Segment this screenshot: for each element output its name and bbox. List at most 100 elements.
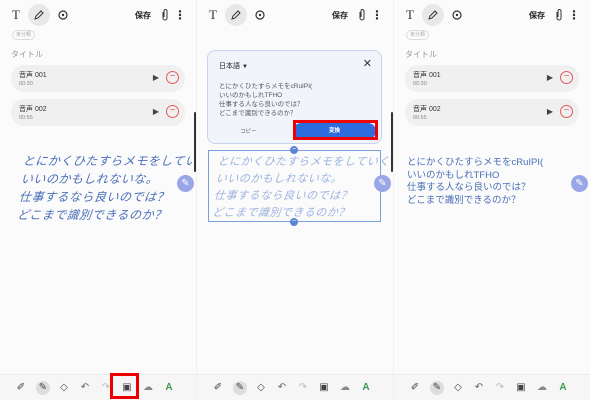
ai-icon[interactable]: A xyxy=(556,381,570,395)
pen-icon[interactable] xyxy=(422,4,444,26)
selection-box[interactable]: とにかくひたすらメモをしていくのは いいのかもしれないな。 仕事するなら良いので… xyxy=(208,150,394,222)
scroll-handle[interactable] xyxy=(194,112,196,172)
audio-item[interactable]: 音声 002 00:55 ▶ − xyxy=(405,99,579,126)
delete-icon[interactable]: − xyxy=(166,71,179,84)
brush-icon[interactable] xyxy=(251,4,269,26)
preview-line: いいのかもしれTFHO xyxy=(219,92,283,99)
language-select[interactable]: 日本語 ▼ xyxy=(219,61,248,71)
converted-line: いいのかもしれTFHO xyxy=(407,169,500,181)
copy-button[interactable]: コピー xyxy=(240,127,257,135)
more-menu-icon[interactable]: ⋮ xyxy=(174,4,186,26)
more-menu-icon[interactable]: ⋮ xyxy=(568,4,580,26)
audio-time: 00:30 xyxy=(413,81,427,87)
audio-item[interactable]: 音声 002 00:55 ▶ − xyxy=(11,99,185,126)
audio-time: 00:30 xyxy=(19,81,33,87)
play-icon[interactable]: ▶ xyxy=(547,107,553,116)
handwriting-area: とにかくひたすらメモをしていくのは いいのかもしれないな。 仕事するなら良いので… xyxy=(211,153,394,221)
pen-icon[interactable] xyxy=(225,4,247,26)
convert-text-icon[interactable]: ▣ xyxy=(514,381,528,395)
pen-tool-icon[interactable]: ✎ xyxy=(36,381,50,395)
title-field[interactable]: タイトル xyxy=(11,49,43,60)
redo-icon[interactable]: ↷ xyxy=(493,381,507,395)
audio-name: 音声 001 xyxy=(413,72,441,79)
ai-icon[interactable]: A xyxy=(162,381,176,395)
pen-fab-icon[interactable]: ✎ xyxy=(571,175,588,192)
text-mode-icon[interactable]: T xyxy=(204,4,222,26)
eraser-icon[interactable]: ◇ xyxy=(254,381,268,395)
audio-name: 音声 001 xyxy=(19,72,47,79)
audio-item[interactable]: 音声 001 00:30 ▶ − xyxy=(405,65,579,92)
handwriting-line: どこまで識別できるのか？ xyxy=(16,208,168,222)
converted-line: どこまで識別できるのか？ xyxy=(407,194,521,206)
highlighter-icon[interactable]: ✐ xyxy=(211,381,225,395)
converted-text[interactable]: とにかくひたすらメモをcRuIPI( いいのかもしれTFHO 仕事する人なら良い… xyxy=(407,157,585,207)
converted-line: とにかくひたすらメモをcRuIPI( xyxy=(407,157,544,168)
delete-icon[interactable]: − xyxy=(560,105,573,118)
pen-fab-icon[interactable]: ✎ xyxy=(177,175,194,192)
title-field[interactable]: タイトル xyxy=(405,49,437,60)
highlighter-icon[interactable]: ✐ xyxy=(14,381,28,395)
save-button[interactable]: 保存 xyxy=(131,4,155,26)
handwriting-line: 仕事するなら良いのでは？ xyxy=(213,189,353,202)
bottom-toolbar: ✐ ✎ ◇ ↶ ↷ ▣ ☁ A xyxy=(394,374,590,400)
more-menu-icon[interactable]: ⋮ xyxy=(371,4,383,26)
audio-item[interactable]: 音声 001 00:30 ▶ − xyxy=(11,65,185,92)
pen-tool-icon[interactable]: ✎ xyxy=(233,381,247,395)
shape-icon[interactable]: ☁ xyxy=(338,381,352,395)
close-icon[interactable]: ✕ xyxy=(363,57,372,70)
scroll-handle[interactable] xyxy=(391,112,393,172)
eraser-icon[interactable]: ◇ xyxy=(57,381,71,395)
language-label: 日本語 xyxy=(219,63,240,70)
pen-icon[interactable] xyxy=(28,4,50,26)
handwriting-area[interactable]: とにかくひたすらメモをしていくのは いいのかもしれないな。 仕事するなら良いので… xyxy=(16,152,197,224)
top-toolbar: T 保存 ⋮ xyxy=(197,4,394,26)
save-button[interactable]: 保存 xyxy=(525,4,549,26)
bottom-toolbar: ✐ ✎ ◇ ↶ ↷ ▣ ☁ A xyxy=(197,374,394,400)
pen-fab-icon[interactable]: ✎ xyxy=(374,175,391,192)
shape-icon[interactable]: ☁ xyxy=(535,381,549,395)
play-icon[interactable]: ▶ xyxy=(153,107,159,116)
redo-icon[interactable]: ↷ xyxy=(296,381,310,395)
audio-time: 00:55 xyxy=(413,115,427,121)
brush-icon[interactable] xyxy=(54,4,72,26)
top-toolbar: T 保存 ⋮ xyxy=(0,4,197,26)
shape-icon[interactable]: ☁ xyxy=(141,381,155,395)
play-icon[interactable]: ▶ xyxy=(153,73,159,82)
eraser-icon[interactable]: ◇ xyxy=(451,381,465,395)
undo-icon[interactable]: ↶ xyxy=(78,381,92,395)
recognized-preview: とにかくひたすらメモをcRuIPI( いいのかもしれTFHO 仕事する人なら良い… xyxy=(219,82,312,118)
audio-time: 00:55 xyxy=(19,115,33,121)
note-panel-converted: T 保存 ⋮ 未分類 タイトル 音声 001 00:30 ▶ − 音声 002 … xyxy=(394,0,590,400)
handwriting-line: とにかくひたすらメモをしていくのは xyxy=(216,155,394,168)
text-mode-icon[interactable]: T xyxy=(401,4,419,26)
ai-icon[interactable]: A xyxy=(359,381,373,395)
save-button[interactable]: 保存 xyxy=(328,4,352,26)
dropdown-caret-icon: ▼ xyxy=(242,64,248,70)
category-chip[interactable]: 未分類 xyxy=(12,30,36,40)
highlighter-icon[interactable]: ✐ xyxy=(408,381,422,395)
handwriting-line: とにかくひたすらメモをしていくのは xyxy=(22,154,197,168)
audio-name: 音声 002 xyxy=(413,106,441,113)
undo-icon[interactable]: ↶ xyxy=(275,381,289,395)
paperclip-icon[interactable] xyxy=(552,4,566,26)
handwriting-line: いいのかもしれないな。 xyxy=(20,172,160,186)
top-toolbar: T 保存 ⋮ xyxy=(394,4,590,26)
delete-icon[interactable]: − xyxy=(166,105,179,118)
text-mode-icon[interactable]: T xyxy=(7,4,25,26)
category-chip[interactable]: 未分類 xyxy=(406,30,430,40)
selection-handle-top[interactable]: − xyxy=(290,146,298,154)
undo-icon[interactable]: ↶ xyxy=(472,381,486,395)
handwriting-line: 仕事するなら良いのでは？ xyxy=(18,190,170,204)
delete-icon[interactable]: − xyxy=(560,71,573,84)
convert-text-icon[interactable]: ▣ xyxy=(317,381,331,395)
handwriting-line: いいのかもしれないな。 xyxy=(215,172,344,185)
selection-handle-bottom[interactable]: − xyxy=(290,218,298,226)
brush-icon[interactable] xyxy=(448,4,466,26)
paperclip-icon[interactable] xyxy=(355,4,369,26)
note-panel-handwriting: T 保存 ⋮ 未分類 タイトル 音声 001 00:30 ▶ − 音声 002 … xyxy=(0,0,197,400)
highlight-convert-tool xyxy=(110,373,139,399)
preview-line: どこまで識別できるのか？ xyxy=(219,110,297,117)
paperclip-icon[interactable] xyxy=(158,4,172,26)
play-icon[interactable]: ▶ xyxy=(547,73,553,82)
pen-tool-icon[interactable]: ✎ xyxy=(430,381,444,395)
